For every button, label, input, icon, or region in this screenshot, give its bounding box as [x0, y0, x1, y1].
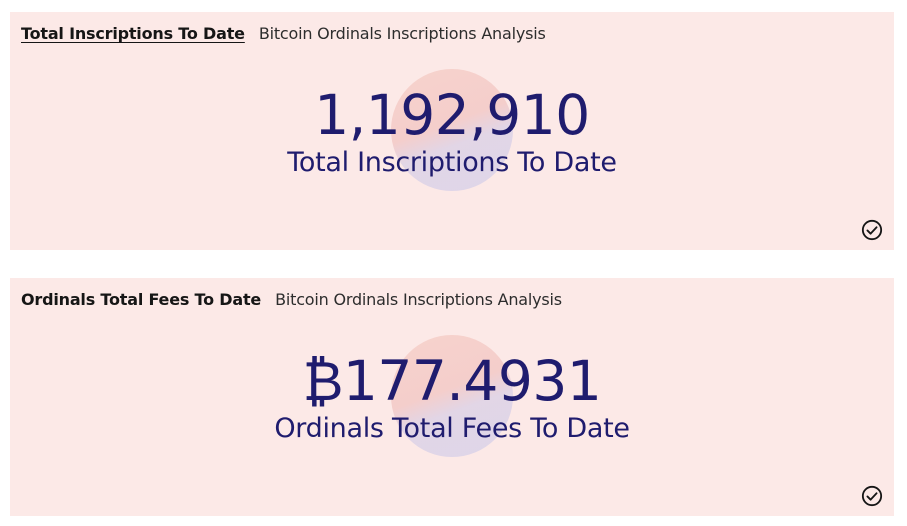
metric-label: Ordinals Total Fees To Date	[274, 413, 630, 444]
card-title-link[interactable]: Total Inscriptions To Date	[21, 24, 245, 43]
card-title-link[interactable]: Ordinals Total Fees To Date	[21, 290, 261, 309]
check-circle-icon	[861, 219, 883, 241]
metric-label: Total Inscriptions To Date	[287, 147, 617, 178]
card-header: Ordinals Total Fees To Date Bitcoin Ordi…	[21, 290, 562, 309]
check-circle-icon	[861, 485, 883, 507]
metric-value: ₿177.4931	[302, 349, 602, 413]
card-subtitle: Bitcoin Ordinals Inscriptions Analysis	[275, 290, 562, 309]
metric-value: 1,192,910	[314, 83, 590, 147]
card-header: Total Inscriptions To Date Bitcoin Ordin…	[21, 24, 546, 43]
metric-card-total-fees: Ordinals Total Fees To Date Bitcoin Ordi…	[10, 278, 894, 516]
card-subtitle: Bitcoin Ordinals Inscriptions Analysis	[258, 24, 546, 43]
metric-card-total-inscriptions: Total Inscriptions To Date Bitcoin Ordin…	[10, 12, 894, 250]
